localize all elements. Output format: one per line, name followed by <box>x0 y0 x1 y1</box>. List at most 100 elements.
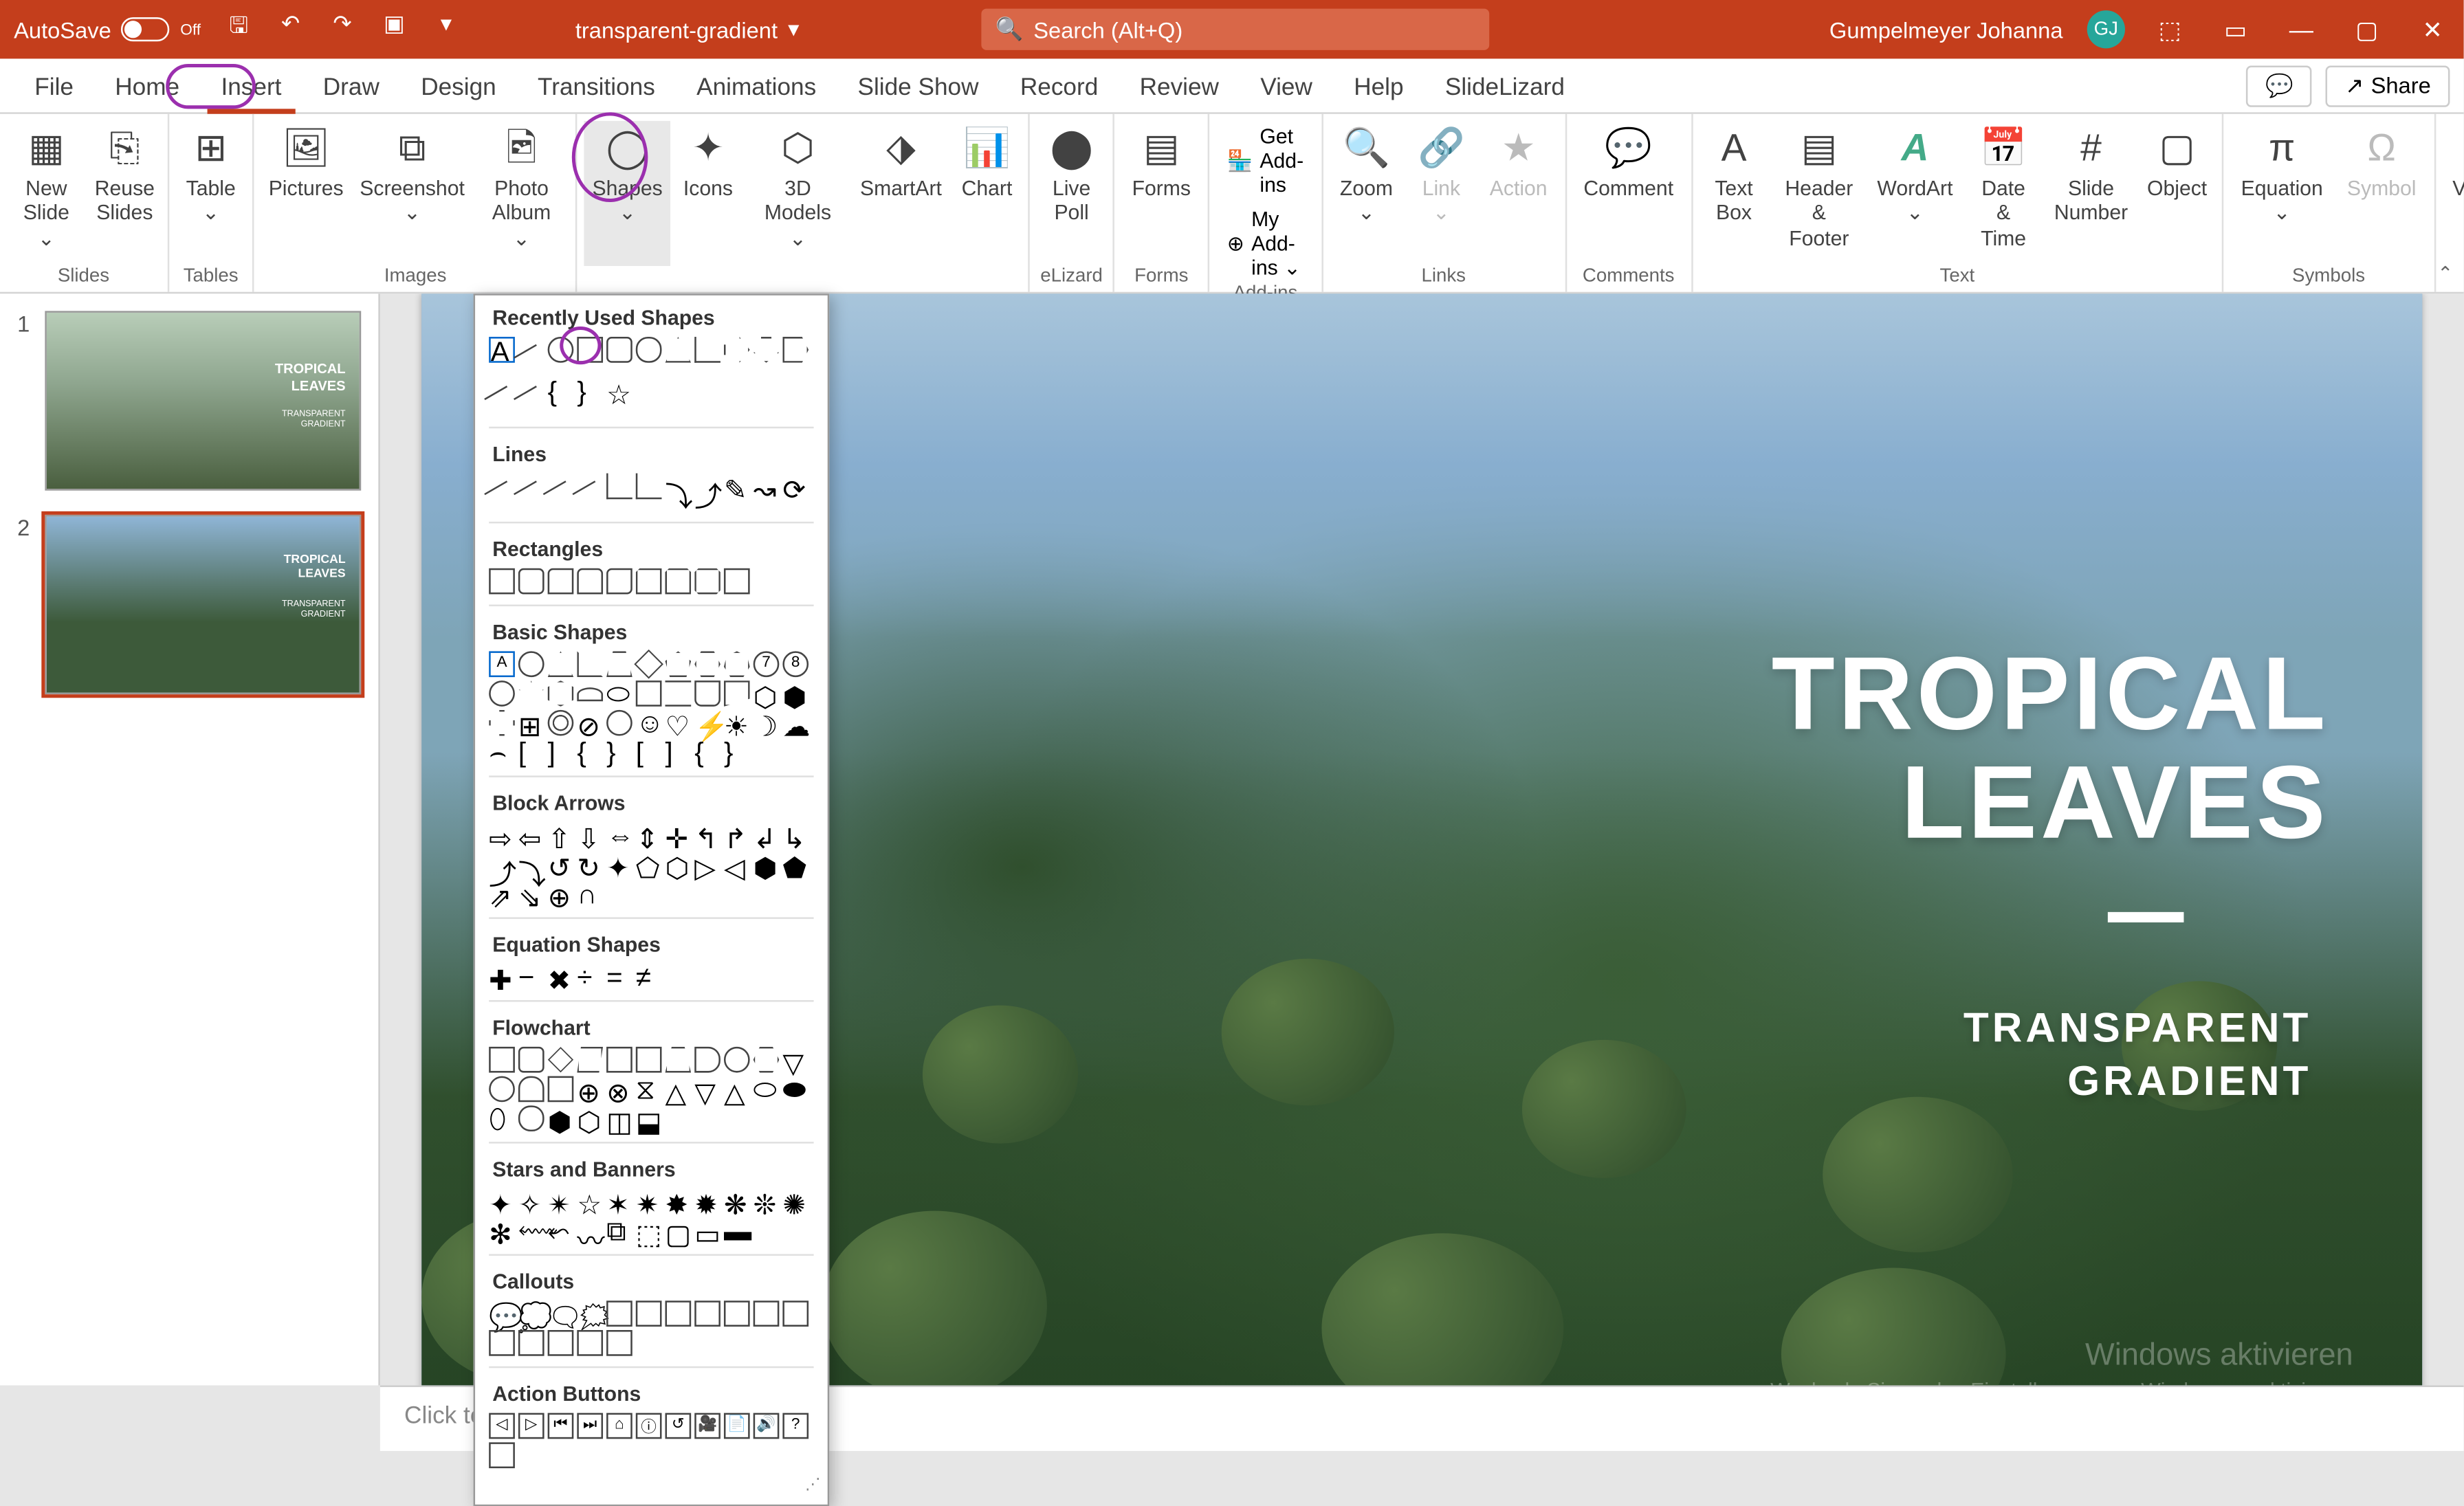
shape-item[interactable]: ⧖ <box>636 1076 662 1103</box>
shape-item[interactable]: ⬢ <box>782 680 808 707</box>
shape-item[interactable]: ◫ <box>606 1105 632 1131</box>
tab-slidelizard[interactable]: SlideLizard <box>1424 58 1585 113</box>
shapes-button[interactable]: ◯Shapes ⌄ <box>585 121 670 266</box>
tab-animations[interactable]: Animations <box>676 58 837 113</box>
shape-item[interactable]: ⟳ <box>782 474 808 500</box>
shape-item[interactable]: ⇕ <box>636 822 662 848</box>
shape-item[interactable] <box>634 650 663 679</box>
present-icon[interactable]: ▣ <box>380 10 408 48</box>
shape-item[interactable]: ↺ <box>548 852 574 878</box>
tab-draw[interactable]: Draw <box>302 58 400 113</box>
shape-item[interactable]: ⤵ <box>666 474 692 500</box>
shape-item[interactable]: ⬡ <box>754 680 780 707</box>
tab-slideshow[interactable]: Slide Show <box>837 58 999 113</box>
shape-item[interactable]: ≠ <box>636 964 662 990</box>
shape-item[interactable]: A <box>489 651 515 677</box>
shape-triangle[interactable] <box>666 337 692 363</box>
shape-arrow-right[interactable] <box>724 337 750 363</box>
shape-item[interactable]: 🔊 <box>754 1413 780 1439</box>
shape-textbox[interactable]: A <box>489 337 515 363</box>
shape-item[interactable] <box>489 1442 515 1468</box>
shape-item[interactable] <box>518 1330 544 1356</box>
shape-item[interactable]: ⇨ <box>489 822 515 848</box>
shape-item[interactable]: ▭ <box>694 1218 720 1244</box>
tab-view[interactable]: View <box>1240 58 1333 113</box>
shape-item[interactable] <box>577 568 603 595</box>
tab-transitions[interactable]: Transitions <box>517 58 676 113</box>
shape-item[interactable]: ✛ <box>666 822 692 848</box>
search-box[interactable]: 🔍 Search (Alt+Q) <box>981 9 1489 50</box>
shape-item[interactable]: ⬯ <box>489 1105 515 1131</box>
shape-item[interactable]: ♡ <box>666 710 692 736</box>
shape-item[interactable]: ▽ <box>782 1047 808 1073</box>
shape-item[interactable]: ☀ <box>724 710 750 736</box>
screenshot-button[interactable]: ⧉Screenshot ⌄ <box>354 121 470 266</box>
shape-item[interactable]: ⇘ <box>518 881 544 907</box>
shape-item[interactable]: 📄 <box>724 1413 750 1439</box>
shape-item[interactable]: ⬡ <box>666 852 692 878</box>
shape-item[interactable]: ↲ <box>754 822 780 848</box>
shape-oval[interactable] <box>548 337 574 363</box>
shape-item[interactable]: ⬿ <box>548 1218 574 1244</box>
shape-item[interactable] <box>548 1047 573 1072</box>
shape-item[interactable] <box>666 1300 692 1327</box>
shape-item[interactable]: ⬭ <box>754 1076 780 1103</box>
shape-rounded-rect[interactable] <box>606 337 632 363</box>
my-addins-button[interactable]: ⊕My Add-ins ⌄ <box>1217 204 1314 284</box>
shape-item[interactable]: ⬚ <box>636 1218 662 1244</box>
shape-item[interactable]: ? <box>782 1413 808 1439</box>
shape-item[interactable]: ∩ <box>577 881 603 907</box>
shape-item[interactable]: 🎥 <box>694 1413 720 1439</box>
shape-item[interactable]: ❊ <box>754 1188 780 1215</box>
shape-item[interactable]: ⬭ <box>606 680 632 707</box>
shape-item[interactable]: ☺ <box>636 710 662 736</box>
shape-item[interactable]: 🗯 <box>577 1300 603 1327</box>
tab-home[interactable]: Home <box>94 58 200 113</box>
shape-item[interactable]: ◁ <box>489 1413 515 1439</box>
tab-help[interactable]: Help <box>1333 58 1424 113</box>
shape-item[interactable] <box>489 1076 515 1103</box>
shape-item[interactable] <box>577 687 603 701</box>
shape-item[interactable]: ⊗ <box>606 1076 632 1103</box>
slide-thumbnail-2[interactable]: TROPICAL LEAVES TRANSPARENT GRADIENT <box>45 515 361 694</box>
shape-item[interactable] <box>606 1330 632 1356</box>
zoom-button[interactable]: 🔍Zoom ⌄ <box>1330 121 1403 266</box>
tab-design[interactable]: Design <box>400 58 517 113</box>
shape-item[interactable]: ⊞ <box>518 710 544 736</box>
slide-subtitle-text[interactable]: TRANSPARENT GRADIENT <box>1964 1002 2312 1110</box>
shape-item[interactable] <box>518 680 544 707</box>
shape-item[interactable]: ↝ <box>754 474 780 500</box>
tab-record[interactable]: Record <box>1000 58 1119 113</box>
shape-item[interactable]: ✹ <box>694 1188 720 1215</box>
shape-item[interactable] <box>694 568 720 595</box>
shape-item[interactable]: ⇦ <box>518 822 544 848</box>
shape-item[interactable] <box>754 1300 780 1327</box>
user-avatar[interactable]: GJ <box>2087 10 2125 48</box>
shape-item[interactable]: ✧ <box>518 1188 544 1215</box>
shape-item[interactable]: ✖ <box>548 964 574 990</box>
shape-item[interactable] <box>489 1330 515 1356</box>
shape-item[interactable]: ⬟ <box>782 852 808 878</box>
shape-item[interactable]: ⧉ <box>606 1218 632 1244</box>
shape-item[interactable] <box>724 651 750 677</box>
shape-item[interactable] <box>518 1076 544 1103</box>
shape-item[interactable]: ⓘ <box>636 1413 662 1439</box>
window-restore-icon[interactable]: ▭ <box>2215 14 2256 44</box>
shape-item[interactable]: △ <box>724 1076 750 1103</box>
shape-item[interactable] <box>782 1300 808 1327</box>
icons-button[interactable]: ✦Icons <box>674 121 743 266</box>
shape-star[interactable]: ☆ <box>606 378 632 404</box>
pictures-button[interactable]: 🖼Pictures <box>261 121 350 266</box>
shape-arrow-pentagon[interactable] <box>782 337 808 363</box>
get-addins-button[interactable]: 🏪Get Add-ins <box>1217 121 1314 201</box>
equation-button[interactable]: πEquation ⌄ <box>2231 121 2333 266</box>
shape-item[interactable] <box>636 474 662 500</box>
shape-item[interactable] <box>694 651 720 677</box>
shape-item[interactable] <box>724 1047 750 1073</box>
shape-item[interactable]: ⊕ <box>577 1076 603 1103</box>
maximize-icon[interactable]: ▢ <box>2346 14 2388 44</box>
shape-item[interactable]: 〰 <box>577 1218 603 1244</box>
shape-item[interactable]: ☽ <box>754 710 780 736</box>
live-poll-button[interactable]: ⬤Live Poll <box>1037 121 1106 266</box>
shape-item[interactable] <box>694 1300 720 1327</box>
